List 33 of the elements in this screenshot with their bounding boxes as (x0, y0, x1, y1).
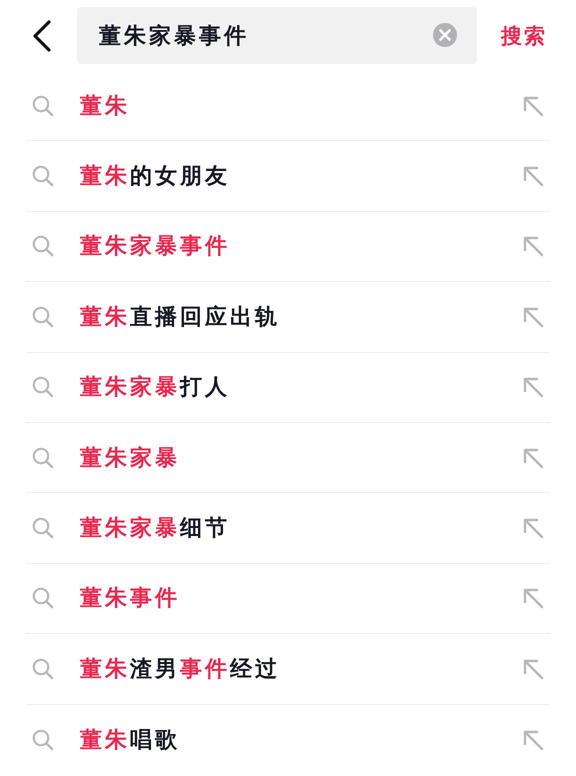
search-icon (32, 587, 54, 610)
suggestion-text[interactable]: 董朱事件 (80, 583, 522, 614)
search-icon (32, 376, 54, 398)
suggestion-text[interactable]: 董朱家暴 (80, 442, 522, 473)
search-icon (32, 728, 54, 751)
back-icon[interactable] (32, 20, 52, 52)
arrow-icon[interactable] (522, 235, 544, 258)
suggestion-text[interactable]: 董朱渣男 事件经过 (80, 654, 522, 684)
suggestion-text[interactable]: 董朱家暴事件 (80, 231, 522, 262)
arrow-icon[interactable] (522, 517, 544, 540)
suggestion-text[interactable]: 董朱直播回应出轨 (80, 302, 522, 332)
arrow-icon[interactable] (522, 165, 544, 188)
search-icon (32, 306, 54, 328)
suggestion-text[interactable]: 董朱唱歌 (80, 724, 522, 755)
search-icon (32, 165, 54, 188)
arrow-icon[interactable] (522, 446, 544, 469)
search-icon (32, 658, 54, 680)
arrow-icon[interactable] (522, 728, 544, 751)
clear-icon[interactable] (433, 23, 457, 47)
suggestion-text[interactable]: 董朱家暴打人 (80, 372, 522, 402)
suggestion-text[interactable]: 董朱 (80, 90, 522, 121)
suggestion-text[interactable]: 董朱家暴细节 (80, 513, 522, 544)
arrow-icon[interactable] (522, 94, 544, 117)
search-icon (32, 517, 54, 540)
search-icon (32, 235, 54, 258)
arrow-icon[interactable] (522, 306, 544, 328)
suggestion-text[interactable]: 董朱的女朋友 (80, 161, 522, 192)
arrow-icon[interactable] (522, 658, 544, 680)
search-icon (32, 446, 54, 469)
arrow-icon[interactable] (522, 376, 544, 398)
search-icon (32, 94, 54, 117)
search-field[interactable]: 董朱家暴事件 (77, 7, 477, 64)
arrow-icon[interactable] (522, 587, 544, 610)
